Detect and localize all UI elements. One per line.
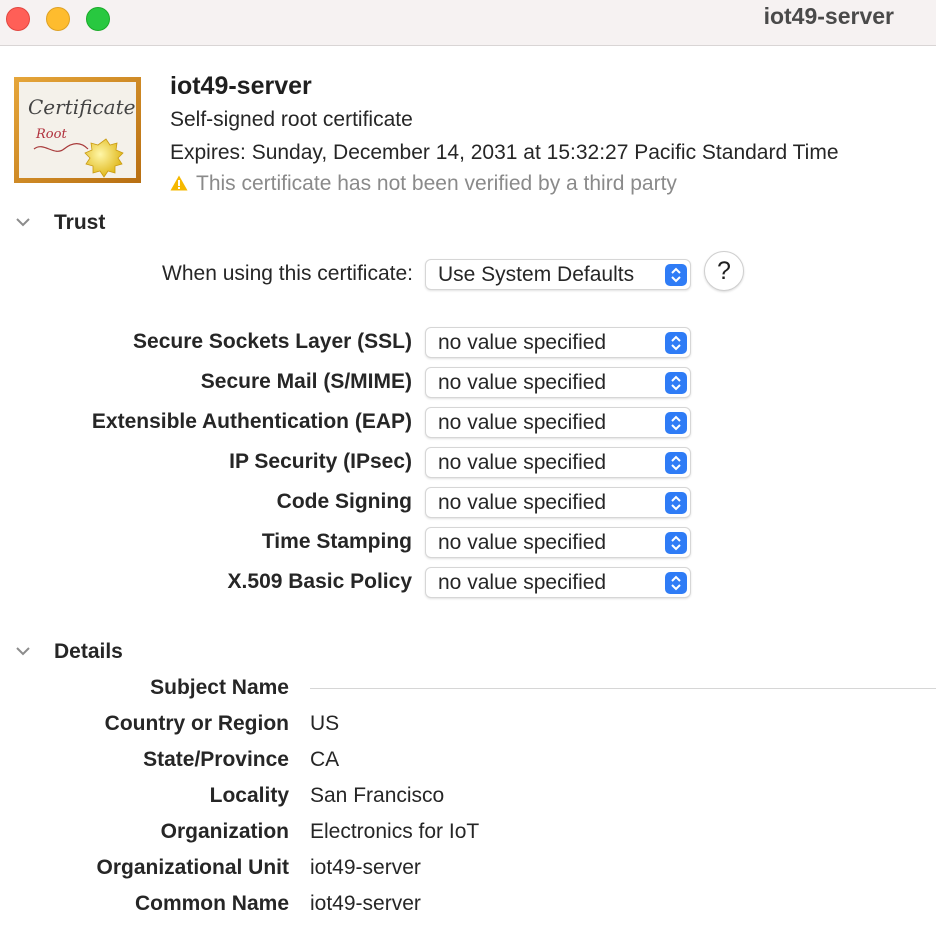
- title-bar: iot49-server: [0, 0, 936, 46]
- help-icon: ?: [717, 257, 731, 285]
- verification-warning: This certificate has not been verified b…: [170, 172, 677, 196]
- policy-popup-ipsec[interactable]: no value specified: [425, 447, 691, 478]
- zoom-button[interactable]: [86, 7, 110, 31]
- policy-popup-x509[interactable]: no value specified: [425, 567, 691, 598]
- certificate-name: iot49-server: [170, 72, 312, 100]
- stepper-icon: [665, 372, 687, 394]
- trust-section-title: Trust: [54, 211, 106, 234]
- policy-popup-time-stamping[interactable]: no value specified: [425, 527, 691, 558]
- when-using-label: When using this certificate:: [162, 262, 413, 285]
- svg-text:Certificate: Certificate: [28, 95, 135, 119]
- stepper-icon: [665, 332, 687, 354]
- policy-label-smime: Secure Mail (S/MIME): [200, 370, 412, 393]
- help-button[interactable]: ?: [704, 251, 744, 291]
- detail-label-common-name: Common Name: [134, 892, 289, 915]
- policy-popup-code-signing[interactable]: no value specified: [425, 487, 691, 518]
- policy-value: no value specified: [438, 571, 607, 594]
- subject-name-label: Subject Name: [150, 676, 289, 699]
- stepper-icon: [665, 532, 687, 554]
- chevron-down-icon: [16, 638, 30, 656]
- detail-value-organization: Electronics for IoT: [310, 820, 480, 843]
- stepper-icon: [665, 492, 687, 514]
- policy-value: no value specified: [438, 491, 607, 514]
- stepper-icon: [665, 572, 687, 594]
- policy-label-eap: Extensible Authentication (EAP): [91, 410, 412, 433]
- stepper-icon: [665, 452, 687, 474]
- policy-popup-smime[interactable]: no value specified: [425, 367, 691, 398]
- policy-value: no value specified: [438, 371, 607, 394]
- detail-value-state: CA: [310, 748, 340, 771]
- warning-icon: [170, 173, 188, 191]
- svg-text:Root: Root: [35, 127, 67, 142]
- policy-label-code-signing: Code Signing: [276, 490, 412, 513]
- policy-popup-ssl[interactable]: no value specified: [425, 327, 691, 358]
- policy-value: no value specified: [438, 531, 607, 554]
- detail-label-org-unit: Organizational Unit: [96, 856, 289, 879]
- policy-value: no value specified: [438, 451, 607, 474]
- chevron-down-icon: [16, 209, 30, 227]
- detail-value-locality: San Francisco: [310, 784, 445, 807]
- certificate-type: Self-signed root certificate: [170, 108, 413, 131]
- when-using-value: Use System Defaults: [438, 263, 635, 286]
- stepper-icon: [665, 412, 687, 434]
- detail-label-state: State/Province: [143, 748, 289, 771]
- when-using-popup[interactable]: Use System Defaults: [425, 259, 691, 290]
- certificate-icon: Certificate Root: [14, 77, 141, 183]
- policy-popup-eap[interactable]: no value specified: [425, 407, 691, 438]
- detail-value-org-unit: iot49-server: [310, 856, 421, 879]
- policy-label-x509: X.509 Basic Policy: [227, 570, 412, 593]
- policy-label-time-stamping: Time Stamping: [261, 530, 412, 553]
- close-button[interactable]: [6, 7, 30, 31]
- window-title: iot49-server: [763, 3, 894, 29]
- policy-value: no value specified: [438, 411, 607, 434]
- policy-label-ipsec: IP Security (IPsec): [229, 450, 412, 473]
- details-section-title: Details: [54, 640, 123, 663]
- minimize-button[interactable]: [46, 7, 70, 31]
- detail-value-country: US: [310, 712, 340, 735]
- certificate-expiry: Expires: Sunday, December 14, 2031 at 15…: [170, 141, 839, 164]
- subject-name-divider: [310, 688, 936, 689]
- details-section-toggle[interactable]: Details: [16, 638, 123, 664]
- policy-value: no value specified: [438, 331, 607, 354]
- detail-label-country: Country or Region: [104, 712, 289, 735]
- detail-label-locality: Locality: [209, 784, 289, 807]
- policy-label-ssl: Secure Sockets Layer (SSL): [133, 330, 412, 353]
- warning-text: This certificate has not been verified b…: [196, 172, 677, 195]
- stepper-icon: [665, 264, 687, 286]
- trust-section-toggle[interactable]: Trust: [16, 209, 105, 235]
- detail-value-common-name: iot49-server: [310, 892, 421, 915]
- detail-label-organization: Organization: [160, 820, 289, 843]
